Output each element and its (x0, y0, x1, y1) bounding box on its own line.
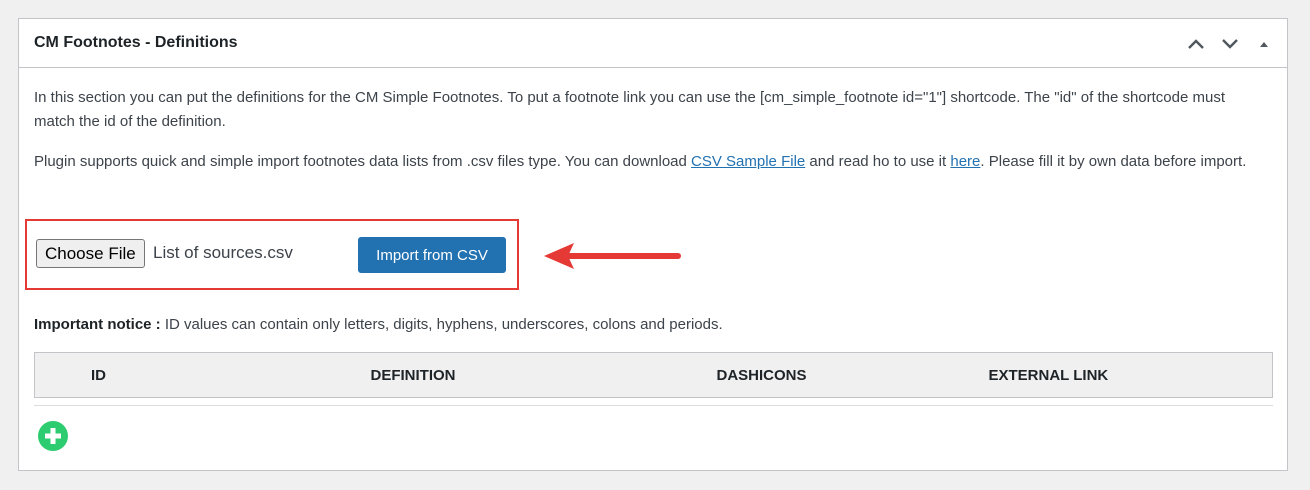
panel-header: CM Footnotes - Definitions (19, 19, 1287, 68)
arrow-left-icon (544, 243, 681, 269)
column-header-id: ID (34, 352, 371, 398)
choose-file-button[interactable]: Choose File (36, 239, 145, 268)
definitions-table: ID DEFINITION DASHICONS EXTERNAL LINK (34, 352, 1273, 398)
important-notice: Important notice : ID values can contain… (34, 316, 723, 333)
panel-body: In this section you can put the definiti… (19, 68, 1287, 174)
toggle-panel-button[interactable] (1249, 32, 1279, 56)
table-header-row: ID DEFINITION DASHICONS EXTERNAL LINK (34, 352, 1273, 398)
column-header-external-link: EXTERNAL LINK (988, 352, 1273, 398)
move-down-button[interactable] (1215, 32, 1245, 56)
plugin-info-after: . Please fill it by own data before impo… (980, 153, 1247, 170)
notice-label: Important notice : (34, 316, 161, 333)
plugin-info-before: Plugin supports quick and simple import … (34, 153, 692, 170)
add-row-plus-icon[interactable] (38, 421, 68, 451)
table-divider (34, 405, 1273, 406)
column-header-dashicons: DASHICONS (716, 352, 989, 398)
plugin-info-middle: and read ho to use it (805, 153, 951, 170)
chevron-up-icon (1188, 39, 1204, 49)
intro-text: In this section you can put the definiti… (34, 89, 1226, 130)
selected-file-name: List of sources.csv (153, 243, 293, 262)
import-highlight-box: Choose File List of sources.csv Import f… (25, 219, 519, 290)
column-header-definition: DEFINITION (370, 352, 717, 398)
plugin-info-text: Plugin supports quick and simple import … (34, 150, 1249, 174)
here-link[interactable]: here (950, 153, 980, 170)
header-controls (1181, 32, 1279, 56)
chevron-down-icon (1222, 39, 1238, 49)
import-from-csv-button[interactable]: Import from CSV (358, 237, 506, 273)
move-up-button[interactable] (1181, 32, 1211, 56)
definitions-panel: CM Footnotes - Definitions In this secti… (18, 18, 1288, 471)
panel-title: CM Footnotes - Definitions (34, 34, 238, 51)
triangle-up-icon (1260, 42, 1268, 47)
csv-sample-link[interactable]: CSV Sample File (691, 153, 805, 170)
notice-text: ID values can contain only letters, digi… (160, 316, 723, 333)
